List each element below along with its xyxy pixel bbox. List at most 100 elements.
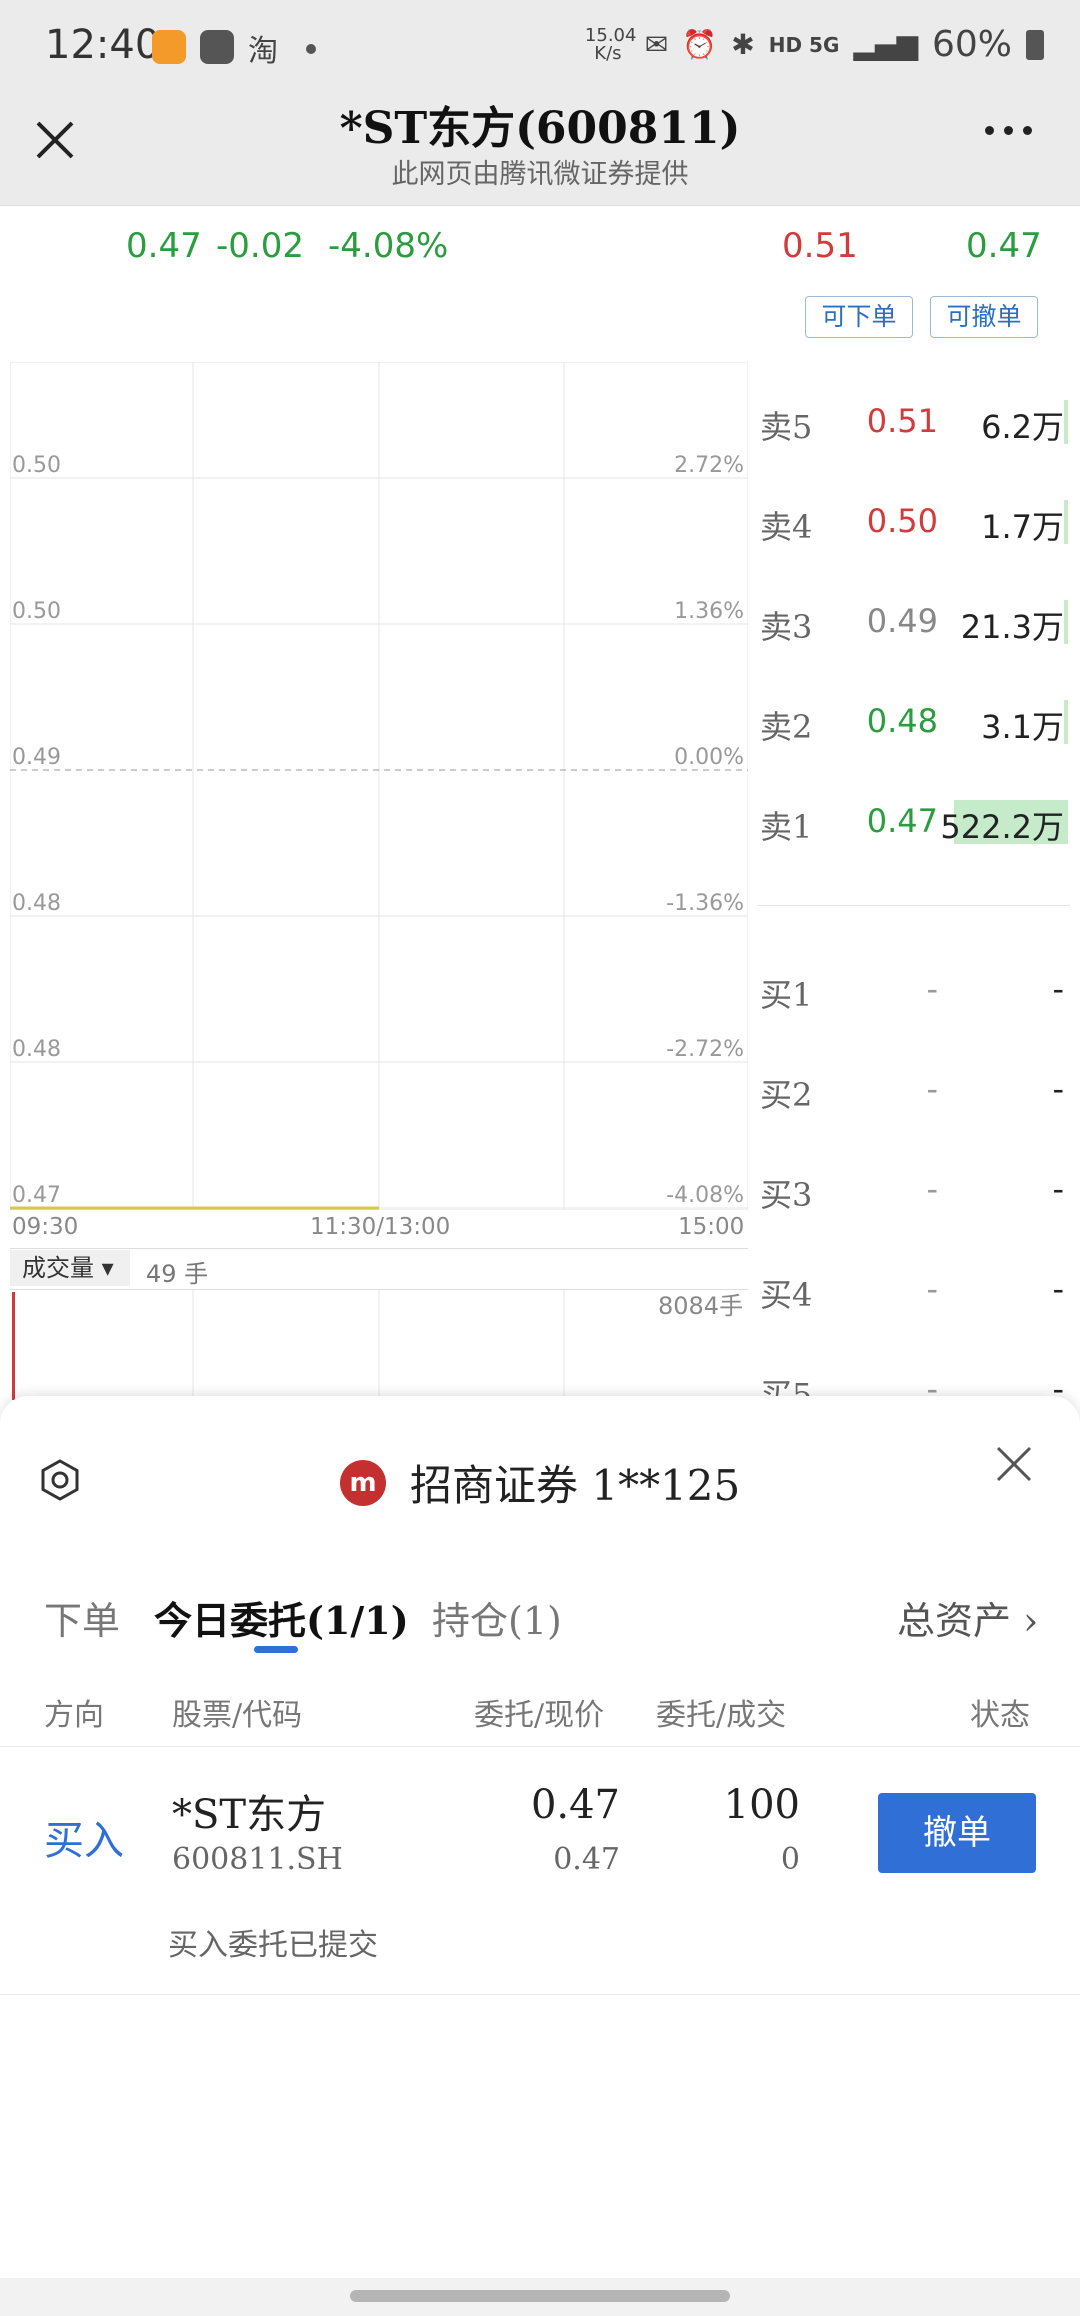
signal-icon: ▂▄▆ bbox=[853, 28, 918, 61]
ask-level-5[interactable]: 卖1 0.47 522.2万 bbox=[758, 792, 1068, 848]
y-left-tick: 0.50 bbox=[12, 453, 61, 478]
order-stock-code: 600811.SH bbox=[172, 1842, 343, 1877]
intraday-chart: 0.50 2.72% 0.50 1.36% 0.49 0.00% 0.48 -1.36% 0.4… bbox=[10, 362, 748, 1210]
bid-volume: - bbox=[1052, 1270, 1064, 1308]
ask-volume: 6.2万 bbox=[981, 408, 1064, 446]
x-tick-mid: 11:30/13:00 bbox=[310, 1214, 451, 1240]
bid-label: 买2 bbox=[760, 1076, 813, 1114]
low-price: 0.47 bbox=[966, 226, 1042, 266]
net-speed: 15.04 K/s bbox=[584, 24, 637, 64]
ask-volume: 1.7万 bbox=[981, 508, 1064, 546]
sheet-close-icon[interactable] bbox=[994, 1444, 1034, 1484]
page-title: *ST东方(600811) bbox=[339, 103, 741, 154]
order-status-note: 买入委托已提交 bbox=[168, 1928, 378, 1963]
volume-dropdown[interactable]: 成交量 ▾ bbox=[10, 1250, 130, 1286]
broker-logo: m bbox=[340, 1460, 386, 1506]
more-options-icon[interactable] bbox=[980, 120, 1040, 160]
message-icon: ✉ bbox=[644, 28, 669, 61]
broker-account: 招商证券 1**125 bbox=[410, 1461, 741, 1510]
home-indicator[interactable] bbox=[350, 2290, 730, 2302]
volume-depth-bar bbox=[1064, 600, 1068, 644]
ask-volume: 21.3万 bbox=[960, 608, 1064, 646]
bid-price: - bbox=[926, 1070, 938, 1108]
y-left-tick: 0.47 bbox=[12, 1183, 61, 1208]
bid-level-1[interactable]: 买1 - - bbox=[758, 960, 1068, 1016]
ask-label: 卖3 bbox=[760, 608, 813, 646]
order-quantity: 100 bbox=[723, 1782, 800, 1828]
ask-price: 0.47 bbox=[866, 802, 938, 840]
bid-level-2[interactable]: 买2 - - bbox=[758, 1060, 1068, 1116]
settings-icon[interactable] bbox=[38, 1458, 82, 1502]
volume-label: 成交量 bbox=[22, 1254, 94, 1282]
bid-level-3[interactable]: 买3 - - bbox=[758, 1160, 1068, 1216]
active-tab-indicator bbox=[254, 1646, 298, 1653]
order-stock-name: *ST东方 bbox=[172, 1792, 327, 1838]
ask-volume: 3.1万 bbox=[981, 708, 1064, 746]
app-notification-icon bbox=[152, 30, 186, 64]
ask-price: 0.50 bbox=[866, 502, 938, 540]
volume-value: 49 手 bbox=[146, 1260, 209, 1288]
can-cancel-button[interactable]: 可撤单 bbox=[930, 296, 1038, 338]
bid-price: - bbox=[926, 1170, 938, 1208]
can-order-button[interactable]: 可下单 bbox=[805, 296, 913, 338]
cancel-order-button[interactable]: 撤单 bbox=[878, 1793, 1036, 1873]
total-assets-link[interactable]: 总资产 › bbox=[897, 1590, 1038, 1645]
price-change-pct: -4.08% bbox=[328, 226, 449, 266]
bid-price: - bbox=[926, 970, 938, 1008]
network-type: HD 5G bbox=[768, 32, 840, 57]
ask-price: 0.51 bbox=[866, 402, 938, 440]
battery-level: 60% bbox=[931, 24, 1012, 65]
bid-label: 买1 bbox=[760, 976, 813, 1014]
price-change: -0.02 bbox=[216, 226, 304, 266]
bid-volume: - bbox=[1052, 970, 1064, 1008]
status-right: 15.04 K/s ✉ ⏰ ✱ HD 5G ▂▄▆ 60% bbox=[585, 24, 1044, 65]
y-right-tick: -2.72% bbox=[666, 1037, 744, 1062]
y-left-tick: 0.48 bbox=[12, 891, 61, 916]
status-time: 12:40 bbox=[45, 22, 161, 68]
y-right-tick: -4.08% bbox=[666, 1183, 744, 1208]
y-left-tick: 0.49 bbox=[12, 745, 61, 770]
orderbook-divider bbox=[758, 905, 1070, 906]
alarm-icon: ⏰ bbox=[682, 28, 718, 61]
order-filled: 0 bbox=[780, 1842, 800, 1877]
y-right-tick: -1.36% bbox=[666, 891, 744, 916]
bid-volume: - bbox=[1052, 1070, 1064, 1108]
tab-today-orders[interactable]: 今日委托(1/1) bbox=[154, 1590, 409, 1645]
volume-depth-bar bbox=[1064, 400, 1068, 444]
bid-level-4[interactable]: 买4 - - bbox=[758, 1260, 1068, 1316]
y-left-tick: 0.50 bbox=[12, 599, 61, 624]
high-price: 0.51 bbox=[782, 226, 858, 266]
header-status: 状态 bbox=[970, 1698, 1030, 1733]
bid-price: - bbox=[926, 1270, 938, 1308]
ask-level-2[interactable]: 卖4 0.50 1.7万 bbox=[758, 492, 1068, 548]
ask-price: 0.49 bbox=[866, 602, 938, 640]
ask-label: 卖4 bbox=[760, 508, 813, 546]
tab-order[interactable]: 下单 bbox=[44, 1590, 120, 1645]
y-right-tick: 2.72% bbox=[674, 453, 744, 478]
ask-level-1[interactable]: 卖5 0.51 6.2万 bbox=[758, 392, 1068, 448]
order-direction: 买入 bbox=[44, 1818, 124, 1864]
row-divider bbox=[0, 1994, 1080, 1995]
more-notifications-icon bbox=[306, 44, 316, 54]
ask-label: 卖2 bbox=[760, 708, 813, 746]
bid-label: 买4 bbox=[760, 1276, 813, 1314]
ask-level-3[interactable]: 卖3 0.49 21.3万 bbox=[758, 592, 1068, 648]
chevron-down-icon: ▾ bbox=[101, 1254, 114, 1282]
ask-label: 卖5 bbox=[760, 408, 813, 446]
bluetooth-icon: ✱ bbox=[731, 28, 755, 61]
ask-level-4[interactable]: 卖2 0.48 3.1万 bbox=[758, 692, 1068, 748]
volume-chart bbox=[12, 1290, 565, 1400]
volume-depth-bar bbox=[1064, 700, 1068, 744]
ask-volume: 522.2万 bbox=[940, 808, 1064, 846]
order-price: 0.47 bbox=[530, 1782, 620, 1828]
current-price: 0.47 bbox=[126, 226, 202, 266]
header-quantity: 委托/成交 bbox=[656, 1698, 787, 1733]
bid-volume: - bbox=[1052, 1170, 1064, 1208]
page-subtitle: 此网页由腾讯微证券提供 bbox=[391, 159, 689, 190]
y-left-tick: 0.48 bbox=[12, 1037, 61, 1062]
volume-depth-bar bbox=[1064, 500, 1068, 544]
header-divider bbox=[0, 1746, 1080, 1747]
header-price: 委托/现价 bbox=[474, 1698, 605, 1733]
tab-positions[interactable]: 持仓(1) bbox=[432, 1590, 562, 1645]
header-direction: 方向 bbox=[44, 1698, 104, 1733]
